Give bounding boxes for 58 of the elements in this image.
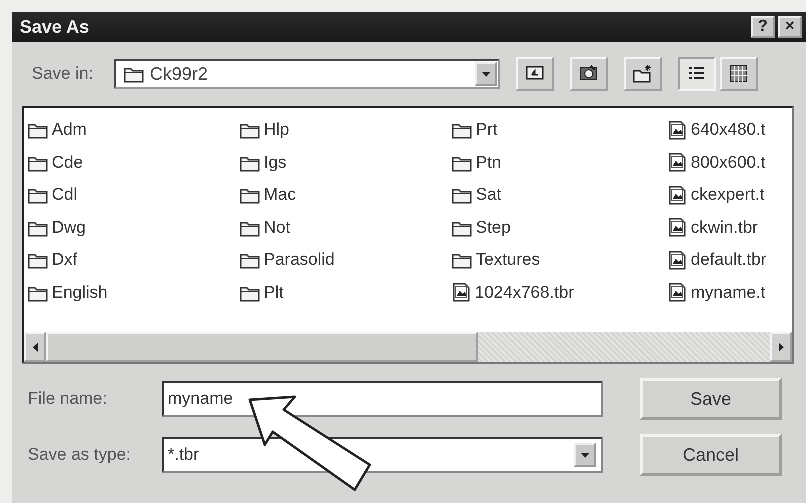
folder-item[interactable]: Adm xyxy=(28,114,240,146)
file-item[interactable]: myname.t xyxy=(668,276,792,309)
cancel-button[interactable]: Cancel xyxy=(640,434,782,476)
caret-icon xyxy=(482,72,490,76)
scroll-right-button[interactable] xyxy=(770,332,792,362)
new-folder-button[interactable] xyxy=(624,57,662,91)
folder-item[interactable]: Not xyxy=(240,212,452,244)
save-in-dropdown[interactable]: Ck99r2 xyxy=(114,59,500,89)
file-item[interactable]: default.tbr xyxy=(668,244,792,276)
list-view-button[interactable] xyxy=(678,57,716,91)
details-view-button[interactable] xyxy=(720,57,758,91)
scroll-left-button[interactable] xyxy=(24,332,46,362)
document-icon xyxy=(668,186,687,205)
help-button[interactable]: ? xyxy=(751,16,775,38)
dropdown-button[interactable] xyxy=(475,62,497,86)
folder-item[interactable]: Igs xyxy=(240,146,452,179)
file-name-label: File name: xyxy=(27,389,108,409)
folder-item[interactable]: Mac xyxy=(240,179,452,212)
save-in-label: Save in: xyxy=(32,64,94,84)
folder-item[interactable]: Ptn xyxy=(452,146,668,179)
document-icon xyxy=(668,283,687,302)
file-item[interactable]: 640x480.t xyxy=(668,114,792,146)
file-name-field[interactable]: myname xyxy=(162,381,603,417)
document-icon xyxy=(668,120,687,140)
dropdown-button[interactable] xyxy=(574,443,596,467)
window-title: Save As xyxy=(20,16,90,38)
file-item[interactable]: ckexpert.t xyxy=(668,179,792,212)
folder-item[interactable]: Plt xyxy=(240,276,452,309)
right-arrow-icon xyxy=(778,342,784,352)
folder-item[interactable]: Cdl xyxy=(28,179,240,212)
file-item[interactable]: ckwin.tbr xyxy=(668,212,792,244)
folder-item[interactable]: Sat xyxy=(452,179,668,212)
folder-item[interactable]: Hlp xyxy=(240,114,452,146)
folder-item[interactable]: Step xyxy=(452,212,668,244)
folder-item[interactable]: Dxf xyxy=(28,244,240,276)
document-icon xyxy=(668,250,687,270)
new-folder-icon xyxy=(633,64,653,84)
folder-item[interactable]: English xyxy=(28,276,240,309)
folder-item[interactable]: Dwg xyxy=(28,212,240,244)
horizontal-scrollbar[interactable] xyxy=(24,332,792,362)
file-item[interactable]: 800x600.t xyxy=(668,146,792,179)
save-as-type-label: Save as type: xyxy=(27,445,132,465)
folder-item[interactable]: Parasolid xyxy=(240,244,452,276)
document-icon xyxy=(668,218,687,238)
grid-icon xyxy=(729,64,749,84)
up-folder-button[interactable] xyxy=(516,57,554,91)
folder-item[interactable]: Textures xyxy=(452,244,668,276)
folder-item[interactable]: Prt xyxy=(452,114,668,146)
left-arrow-icon xyxy=(32,342,38,352)
close-button[interactable]: × xyxy=(778,16,802,38)
desktop-button[interactable] xyxy=(570,57,608,91)
folder-item[interactable]: Cde xyxy=(28,146,240,179)
file-item[interactable]: 1024x768.tbr xyxy=(452,276,668,309)
document-icon xyxy=(668,153,687,172)
document-icon xyxy=(452,283,471,302)
save-button[interactable]: Save xyxy=(640,378,782,420)
caret-icon xyxy=(580,452,590,458)
scroll-thumb[interactable] xyxy=(46,332,478,362)
